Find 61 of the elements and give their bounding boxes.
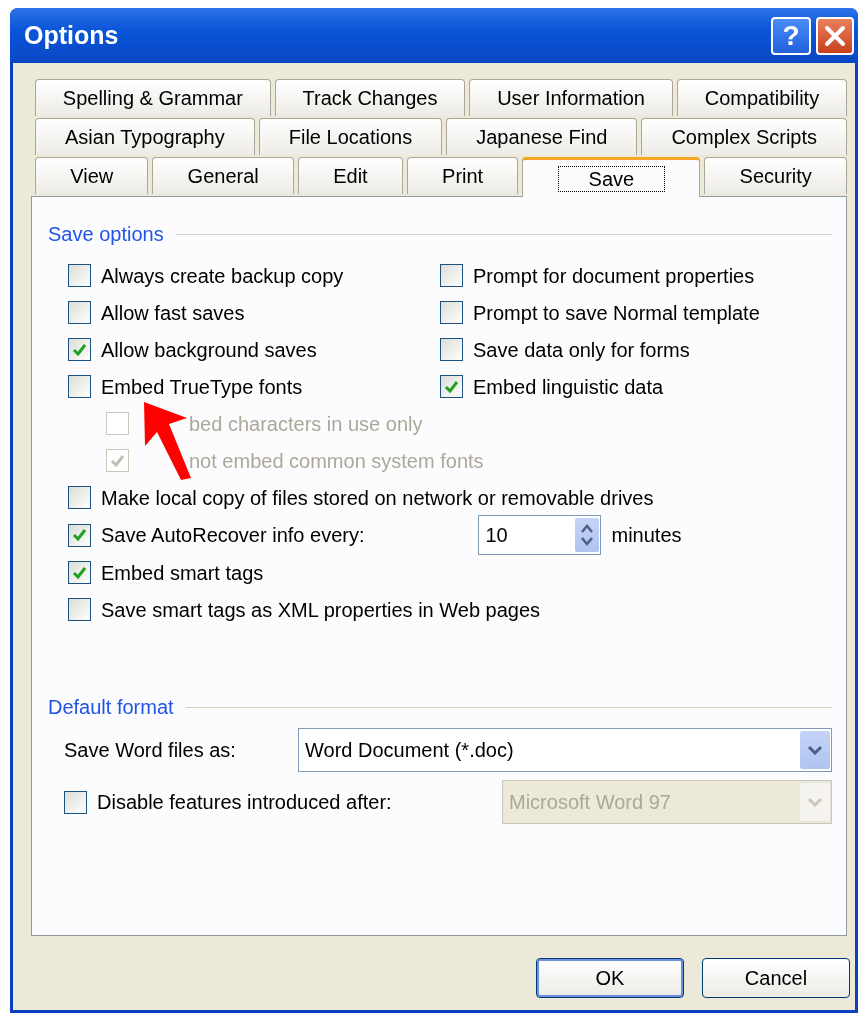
checkbox-label: Embed linguistic data: [473, 374, 664, 400]
tab[interactable]: Japanese Find: [446, 118, 638, 155]
window-title: Options: [24, 19, 120, 51]
tab[interactable]: Complex Scripts: [641, 118, 848, 155]
tab[interactable]: Spelling & Grammar: [35, 79, 271, 116]
checkbox[interactable]: [440, 338, 463, 361]
checkbox[interactable]: [68, 561, 91, 584]
checkbox-label: Prompt for document properties: [473, 263, 755, 289]
checkbox[interactable]: [440, 375, 463, 398]
checkbox[interactable]: [68, 523, 91, 547]
check-icon: [444, 379, 459, 394]
checkbox-label: not embed common system fonts: [189, 448, 484, 474]
unit-label: minutes: [611, 523, 682, 548]
tab[interactable]: User Information: [469, 79, 673, 116]
checkbox[interactable]: [68, 598, 91, 621]
checkbox-label: Save AutoRecover info every:: [101, 523, 365, 548]
section-title: Default format: [48, 695, 174, 720]
field-label: Save Word files as:: [64, 738, 237, 763]
tab[interactable]: Track Changes: [274, 79, 466, 116]
check-icon: [72, 528, 87, 542]
chevron-down-icon: [807, 797, 823, 807]
close-button[interactable]: [816, 16, 854, 55]
check-icon: [72, 342, 87, 357]
checkbox[interactable]: [68, 264, 91, 287]
cancel-button[interactable]: Cancel: [702, 958, 850, 998]
checkbox[interactable]: [440, 264, 463, 287]
tab[interactable]: Print: [406, 157, 519, 194]
tab[interactable]: Compatibility: [676, 79, 847, 116]
checkbox[interactable]: [68, 375, 91, 398]
help-button[interactable]: ?: [771, 16, 811, 55]
checkbox[interactable]: [68, 338, 91, 361]
checkbox[interactable]: [68, 486, 91, 509]
checkbox[interactable]: [440, 301, 463, 324]
checkbox[interactable]: [68, 301, 91, 324]
checkbox-label: bed characters in use only: [189, 411, 423, 437]
checkbox-label: Always create backup copy: [101, 263, 344, 289]
checkbox-label: Make local copy of files stored on network or removable drives: [101, 485, 654, 511]
number-spinner[interactable]: 10: [478, 515, 602, 555]
section-title: Save options: [48, 222, 164, 247]
check-icon: [110, 453, 125, 468]
checkbox-label: Save data only for forms: [473, 337, 690, 363]
check-icon: [72, 565, 87, 580]
checkbox-label: Save smart tags as XML properties in Web pages: [101, 597, 541, 623]
checkbox-label: Embed TrueType fonts: [101, 374, 303, 400]
file-format-dropdown[interactable]: Word Document (*.doc): [298, 728, 832, 772]
ok-button[interactable]: OK: [536, 958, 684, 998]
tab[interactable]: View: [35, 157, 149, 194]
tab[interactable]: File Locations: [258, 118, 443, 155]
checkbox-label: Embed smart tags: [101, 560, 264, 586]
tab[interactable]: Asian Typography: [35, 118, 255, 155]
checkbox-label: Prompt to save Normal template: [473, 300, 760, 326]
tab[interactable]: Edit: [297, 157, 403, 194]
close-icon: [823, 23, 847, 48]
checkbox-label: Allow background saves: [101, 337, 317, 363]
chevron-down-icon: [807, 745, 823, 755]
tab[interactable]: General: [152, 157, 294, 194]
tab[interactable]: Security: [704, 157, 848, 194]
checkbox-label: Allow fast saves: [101, 300, 245, 326]
checkbox-label: Disable features introduced after:: [97, 790, 392, 815]
spin-arrows-icon: [580, 522, 595, 548]
tab[interactable]: Save: [522, 157, 701, 197]
